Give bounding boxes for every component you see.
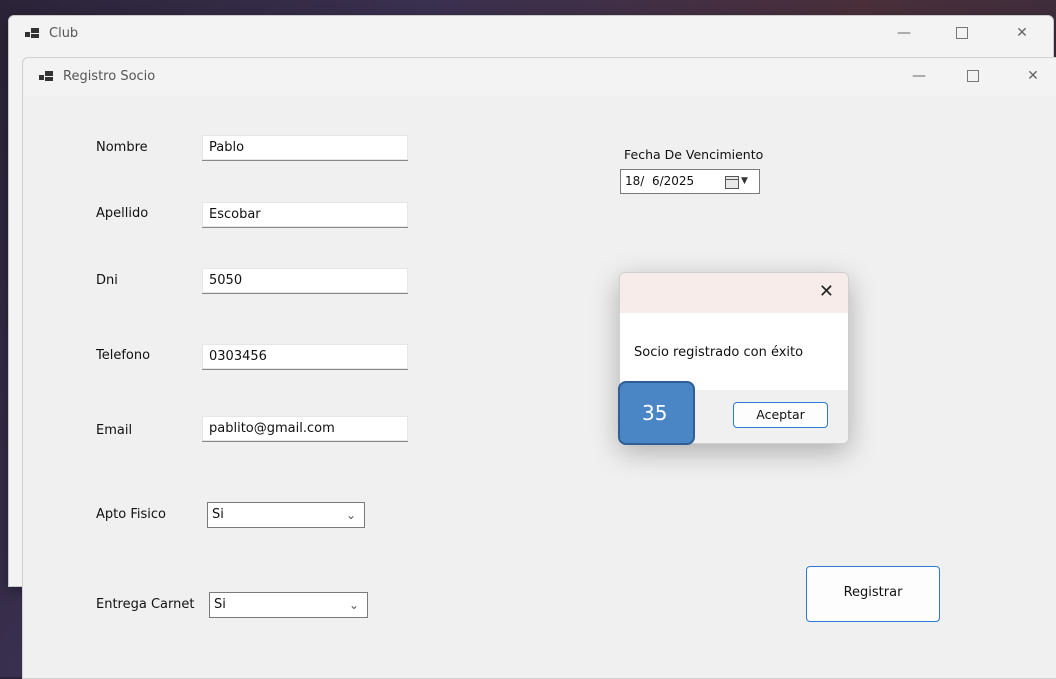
form-maximize-button[interactable] bbox=[953, 70, 993, 86]
fecha-vencimiento-label: Fecha De Vencimiento bbox=[624, 147, 764, 162]
dialog-message: Socio registrado con éxito bbox=[634, 345, 804, 360]
club-window-title: Club bbox=[49, 26, 79, 41]
telefono-label: Telefono bbox=[96, 348, 151, 363]
dni-input[interactable]: 5050 bbox=[202, 268, 408, 294]
app-window-icon bbox=[39, 71, 53, 83]
form-minimize-button[interactable]: — bbox=[899, 68, 939, 84]
app-window-icon bbox=[25, 28, 39, 40]
club-maximize-button[interactable] bbox=[942, 27, 982, 43]
entrega-carnet-label: Entrega Carnet bbox=[96, 597, 195, 612]
apto-fisico-selected: Si bbox=[212, 507, 224, 522]
chevron-down-icon: ▼ bbox=[741, 176, 748, 186]
registrar-button[interactable]: Registrar bbox=[806, 566, 940, 622]
club-titlebar: Club — ✕ bbox=[9, 16, 1053, 54]
entrega-carnet-selected: Si bbox=[214, 597, 226, 612]
step-number-badge: 35 bbox=[618, 381, 695, 445]
registro-socio-titlebar: Registro Socio — ✕ bbox=[23, 58, 1056, 96]
email-input[interactable]: pablito@gmail.com bbox=[202, 416, 408, 442]
nombre-input[interactable]: Pablo bbox=[202, 135, 408, 161]
registro-socio-title: Registro Socio bbox=[63, 69, 156, 84]
dni-label: Dni bbox=[96, 273, 118, 288]
registro-socio-window: Registro Socio — ✕ Nombre Apellido Dni T… bbox=[22, 57, 1056, 679]
apellido-label: Apellido bbox=[96, 206, 149, 221]
email-label: Email bbox=[96, 423, 133, 438]
club-close-button[interactable]: ✕ bbox=[1002, 25, 1042, 41]
club-minimize-button[interactable]: — bbox=[884, 25, 924, 41]
apellido-input[interactable]: Escobar bbox=[202, 202, 408, 228]
dialog-close-button[interactable]: ✕ bbox=[819, 281, 834, 302]
telefono-input[interactable]: 0303456 bbox=[202, 344, 408, 370]
chevron-down-icon: ⌄ bbox=[348, 598, 359, 612]
calendar-icon bbox=[725, 176, 739, 189]
form-close-button[interactable]: ✕ bbox=[1013, 68, 1053, 84]
apto-fisico-select[interactable]: Si ⌄ bbox=[207, 502, 365, 528]
dialog-titlebar: ✕ bbox=[620, 273, 848, 313]
fecha-vencimiento-picker[interactable]: 18/ 6/2025 ▼ bbox=[620, 169, 760, 194]
maximize-icon bbox=[967, 70, 979, 82]
entrega-carnet-select[interactable]: Si ⌄ bbox=[209, 592, 368, 618]
chevron-down-icon: ⌄ bbox=[345, 508, 356, 522]
fecha-vencimiento-value: 18/ 6/2025 bbox=[625, 174, 695, 188]
maximize-icon bbox=[956, 27, 968, 39]
aceptar-button[interactable]: Aceptar bbox=[733, 402, 828, 428]
apto-fisico-label: Apto Fisico bbox=[96, 507, 166, 522]
nombre-label: Nombre bbox=[96, 140, 148, 155]
